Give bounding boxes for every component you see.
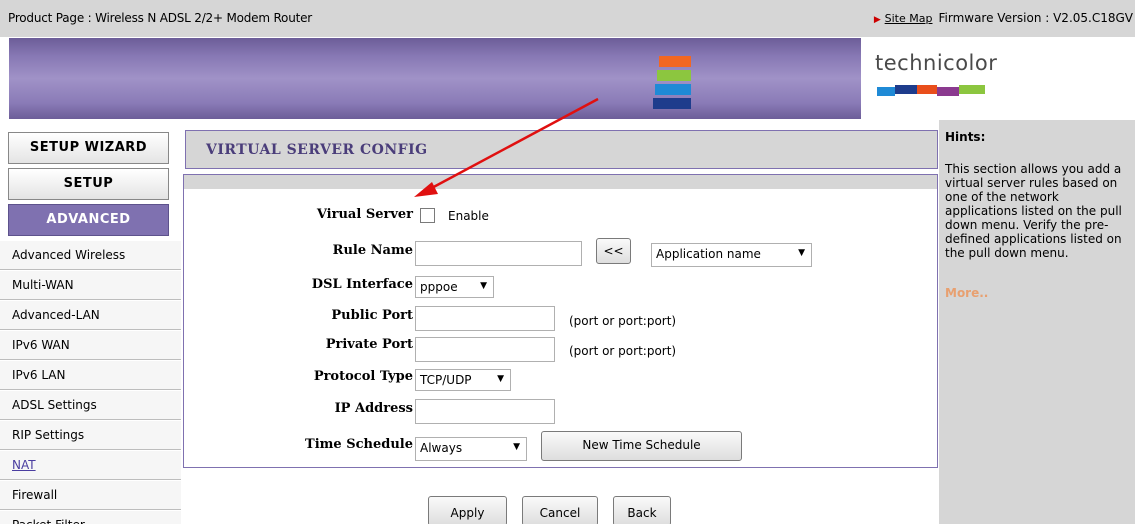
application-name-select[interactable]: Application name ▼ (651, 243, 812, 267)
back-button[interactable]: Back (613, 496, 671, 524)
time-schedule-select[interactable]: Always ▼ (415, 437, 527, 461)
page-title: VIRTUAL SERVER CONFIG (206, 142, 428, 158)
copy-application-button[interactable]: << (596, 238, 631, 264)
enable-checkbox[interactable] (420, 208, 435, 223)
dropdown-arrow-icon: ▼ (798, 248, 805, 258)
dsl-interface-select[interactable]: pppoe ▼ (415, 276, 494, 298)
new-time-schedule-button[interactable]: New Time Schedule (541, 431, 742, 461)
hints-panel: Hints: This section allows you add a vir… (939, 120, 1135, 524)
section-header: VIRTUAL SERVER CONFIG (185, 130, 938, 169)
site-map-link[interactable]: Site Map (885, 12, 933, 25)
brand-logo: technicolor (861, 38, 1135, 119)
hints-title: Hints: (945, 130, 986, 144)
dsl-interface-label: DSL Interface (311, 277, 413, 292)
brand-color-bar (877, 85, 985, 96)
protocol-type-label: Protocol Type (313, 369, 413, 384)
nav-item-advanced-wireless[interactable]: Advanced Wireless (0, 240, 181, 270)
virtual-server-label: Virual Server (316, 207, 413, 222)
enable-label: Enable (448, 209, 489, 223)
main-content: VIRTUAL SERVER CONFIG Virual Server Enab… (181, 120, 939, 524)
nav-advanced[interactable]: ADVANCED (8, 204, 169, 236)
banner: technicolor (9, 38, 1135, 119)
rule-name-input[interactable] (415, 241, 582, 266)
banner-stripes-graphic (653, 56, 691, 111)
ip-address-label: IP Address (334, 401, 413, 416)
nav-item-ipv6-lan[interactable]: IPv6 LAN (0, 360, 181, 390)
nav-item-multi-wan[interactable]: Multi-WAN (0, 270, 181, 300)
nav-item-ipv6-wan[interactable]: IPv6 WAN (0, 330, 181, 360)
advanced-menu-list: Advanced Wireless Multi-WAN Advanced-LAN… (0, 240, 181, 524)
brand-name: technicolor (875, 51, 998, 75)
rule-name-label: Rule Name (332, 243, 413, 258)
ip-address-input[interactable] (415, 399, 555, 424)
hints-more-link[interactable]: More.. (945, 286, 1129, 300)
triangle-right-icon: ▶ (873, 15, 881, 25)
private-port-label: Private Port (325, 337, 413, 352)
dropdown-arrow-icon: ▼ (497, 374, 504, 384)
public-port-hint: (port or port:port) (569, 314, 677, 328)
nav-item-packet-filter[interactable]: Packet Filter (0, 510, 181, 524)
product-page-title: Product Page : Wireless N ADSL 2/2+ Mode… (8, 11, 313, 25)
private-port-input[interactable] (415, 337, 555, 362)
firmware-version: Firmware Version : V2.05.C18GV (938, 11, 1133, 25)
firmware-info: ▶ Site Map Firmware Version : V2.05.C18GV (874, 11, 1133, 25)
top-bar: Product Page : Wireless N ADSL 2/2+ Mode… (0, 0, 1135, 37)
dropdown-arrow-icon: ▼ (480, 281, 487, 291)
nav-item-nat[interactable]: NAT (0, 450, 181, 480)
left-navigation: SETUP WIZARD SETUP ADVANCED Advanced Wir… (0, 120, 181, 524)
nav-setup-wizard[interactable]: SETUP WIZARD (8, 132, 169, 164)
nav-item-adsl-settings[interactable]: ADSL Settings (0, 390, 181, 420)
nav-setup[interactable]: SETUP (8, 168, 169, 200)
public-port-label: Public Port (331, 308, 413, 323)
time-schedule-label: Time Schedule (305, 437, 413, 452)
protocol-type-select[interactable]: TCP/UDP ▼ (415, 369, 511, 391)
hints-body: This section allows you add a virtual se… (945, 162, 1122, 260)
dropdown-arrow-icon: ▼ (513, 442, 520, 452)
private-port-hint: (port or port:port) (569, 344, 677, 358)
public-port-input[interactable] (415, 306, 555, 331)
nav-item-rip-settings[interactable]: RIP Settings (0, 420, 181, 450)
cancel-button[interactable]: Cancel (522, 496, 598, 524)
apply-button[interactable]: Apply (428, 496, 507, 524)
nav-item-advanced-lan[interactable]: Advanced-LAN (0, 300, 181, 330)
virtual-server-form: Virual Server Enable Rule Name << Applic… (183, 174, 938, 468)
nav-item-firewall[interactable]: Firewall (0, 480, 181, 510)
